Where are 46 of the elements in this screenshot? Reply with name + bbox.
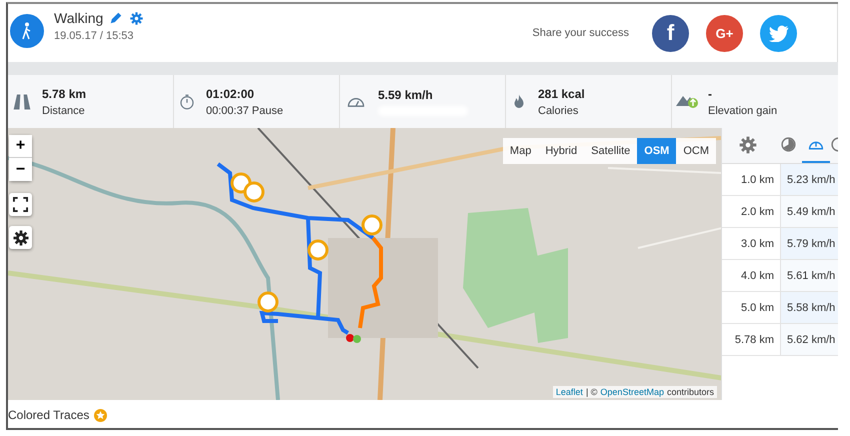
stat-label: Elevation gain — [708, 104, 778, 116]
split-speed: 5.62 km/h — [781, 324, 838, 355]
stopwatch-icon — [178, 92, 196, 110]
pie-chart-icon — [780, 136, 796, 153]
leaflet-link[interactable]: Leaflet — [556, 387, 583, 397]
layer-tab[interactable]: OSM — [637, 138, 676, 164]
facebook-share-button[interactable]: f — [652, 14, 689, 52]
stat-value: - — [708, 86, 713, 100]
split-speed: 5.61 km/h — [781, 260, 838, 291]
stat-label: Calories — [538, 104, 580, 116]
road-icon — [12, 92, 32, 112]
twitter-share-button[interactable] — [760, 14, 797, 52]
map-settings-button[interactable] — [9, 226, 32, 249]
colored-traces-label: Colored Traces — [8, 408, 90, 422]
attribution-text: contributors — [666, 387, 714, 397]
stat-label: 00:00:37 Pause — [206, 104, 284, 116]
split-speed: 5.49 km/h — [781, 196, 838, 227]
activity-date: 19.05.17 / 15:53 — [54, 30, 135, 42]
split-speed: 5.23 km/h — [781, 164, 838, 195]
google-share-button[interactable]: G+ — [706, 14, 743, 52]
zoom-out-button[interactable]: − — [9, 158, 32, 181]
mountain-up-icon — [676, 95, 698, 108]
edit-icon[interactable] — [109, 11, 124, 25]
zoom-in-button[interactable]: + — [9, 135, 32, 158]
layer-tab[interactable]: Map — [502, 138, 538, 164]
star-icon — [94, 408, 108, 422]
fullscreen-button[interactable] — [9, 193, 32, 216]
layer-tab[interactable]: OCM — [676, 138, 716, 164]
stat-value: 5.59 km/h — [378, 88, 434, 102]
settings-icon — [129, 10, 144, 26]
split-speed: 5.58 km/h — [781, 292, 838, 323]
fullscreen-icon — [13, 197, 28, 212]
activity-title: Walking — [54, 10, 104, 26]
layer-tab[interactable]: Satellite — [584, 138, 638, 164]
attribution-separator: | © — [586, 387, 598, 397]
layer-tab[interactable]: Hybrid — [538, 138, 584, 164]
stat-value: 281 kcal — [538, 86, 585, 100]
split-speed: 5.79 km/h — [781, 228, 838, 259]
stat-value: 01:02:00 — [206, 86, 256, 100]
stat-label: Distance — [42, 104, 86, 116]
share-label: Share your success — [532, 27, 629, 39]
bird-icon — [768, 24, 788, 42]
settings-icon — [12, 228, 30, 246]
settings-icon — [738, 134, 758, 154]
openstreetmap-link[interactable]: OpenStreetMap — [600, 387, 664, 397]
stat-value: 5.78 km — [42, 86, 86, 100]
